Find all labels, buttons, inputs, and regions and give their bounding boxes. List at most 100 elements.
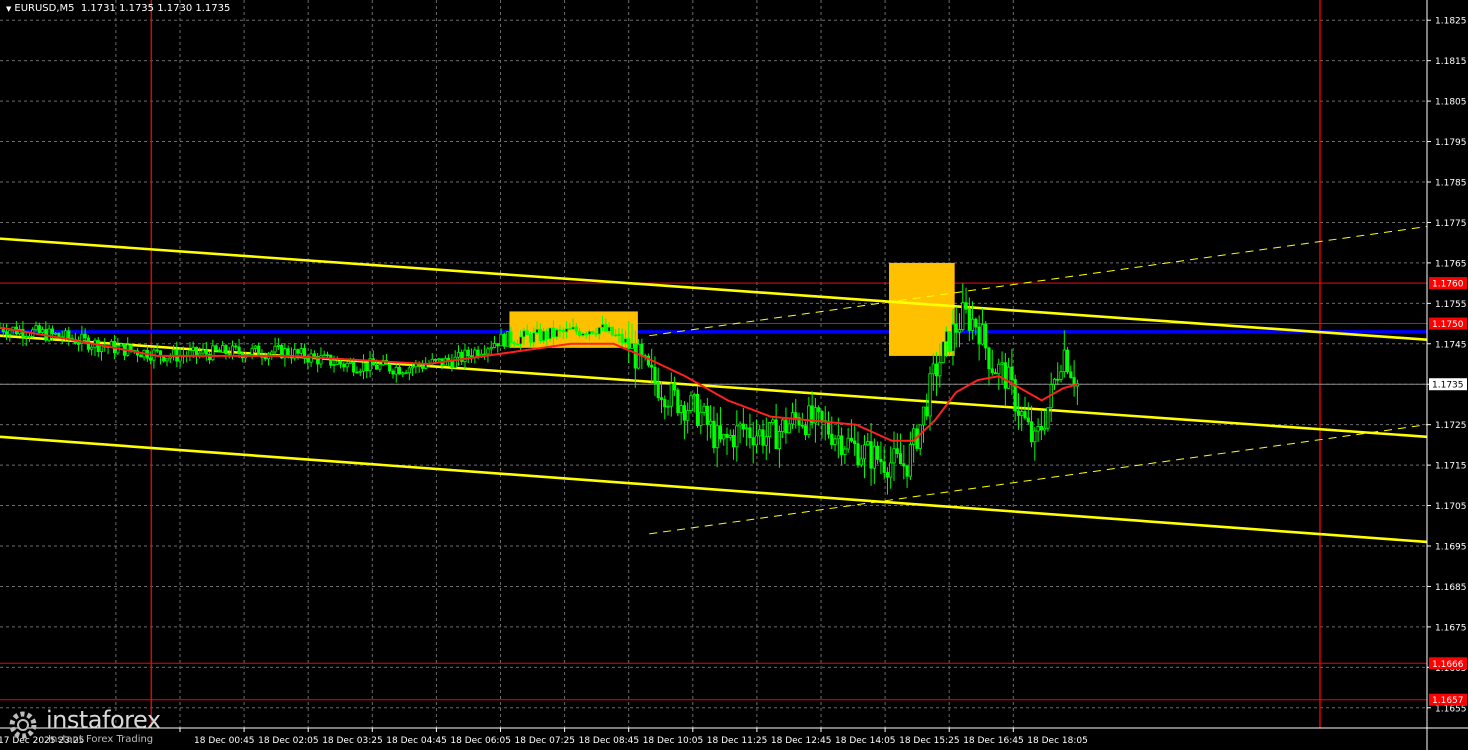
- candle-body: [623, 338, 628, 344]
- candle-body: [237, 346, 241, 354]
- collapse-triangle-icon[interactable]: ▼: [6, 5, 11, 13]
- candle-body: [826, 421, 831, 435]
- candle-body: [686, 410, 690, 421]
- chart-header: ▼ EURUSD,M5 1.1731 1.1735 1.1730 1.1735: [6, 3, 230, 14]
- candle-body: [656, 382, 660, 399]
- candle-body: [394, 366, 398, 375]
- candle-body: [489, 347, 493, 350]
- candle-body: [653, 366, 657, 383]
- candle-body: [898, 453, 903, 465]
- candle-body: [4, 331, 9, 336]
- candle-body: [253, 345, 258, 349]
- candle-body: [1046, 407, 1050, 429]
- candle-body: [234, 345, 238, 348]
- candle-body: [905, 465, 909, 477]
- x-tick-label: 18 Dec 03:25: [322, 736, 383, 746]
- candle-body: [636, 343, 641, 369]
- x-tick-label: 18 Dec 02:05: [258, 736, 319, 746]
- candle-body: [338, 360, 343, 365]
- candle-body: [938, 362, 942, 377]
- candle-body: [718, 425, 723, 440]
- candle-body: [378, 364, 382, 370]
- candle-body: [967, 308, 971, 331]
- candle-body: [957, 329, 962, 333]
- plot-background: [0, 0, 1468, 750]
- candle-body: [672, 383, 677, 391]
- candle-body: [221, 345, 225, 353]
- candle-body: [620, 334, 624, 344]
- y-tick-label: 1.1805: [1435, 98, 1467, 108]
- candle-body: [961, 302, 965, 330]
- price-chart[interactable]: 1.1825 1.1815 1.1805 1.1795 1.1785 1.1775 1.17…: [0, 0, 1468, 750]
- brand-name: instaforex: [46, 706, 161, 734]
- candle-body: [325, 354, 330, 357]
- candle-body: [1000, 362, 1004, 365]
- candle-body: [663, 399, 667, 408]
- y-tick-label: 1.1765: [1435, 259, 1467, 269]
- x-tick-label: 18 Dec 16:45: [963, 736, 1024, 746]
- x-tick-label: 18 Dec 07:25: [515, 736, 576, 746]
- x-tick-label: 18 Dec 04:45: [386, 736, 447, 746]
- candle-body: [391, 370, 395, 375]
- symbol-label: EURUSD,M5: [14, 3, 75, 14]
- candle-body: [895, 448, 899, 454]
- candle-body: [712, 420, 716, 449]
- candle-body: [633, 342, 637, 369]
- candle-body: [342, 363, 346, 368]
- candle-body: [767, 422, 772, 437]
- candle-body: [676, 389, 680, 414]
- candle-body: [214, 345, 218, 351]
- candle-body: [322, 354, 326, 357]
- candle-body: [191, 346, 195, 351]
- candle-body: [630, 342, 634, 349]
- candle-body: [843, 448, 847, 455]
- candle-body: [40, 329, 45, 333]
- x-tick-label: 18 Dec 00:45: [194, 736, 255, 746]
- candle-body: [934, 363, 939, 377]
- candle-body: [371, 358, 375, 366]
- candle-body: [420, 365, 425, 369]
- candle-body: [594, 332, 598, 335]
- candle-body: [532, 332, 536, 343]
- candle-body: [50, 328, 54, 334]
- candle-body: [411, 366, 415, 369]
- candle-body: [964, 302, 968, 310]
- candle-body: [548, 327, 552, 340]
- candle-body: [794, 412, 798, 418]
- candle-body: [296, 349, 300, 354]
- candle-body: [889, 462, 893, 478]
- candle-body: [1043, 427, 1047, 431]
- candle-body: [709, 420, 713, 425]
- candle-body: [397, 366, 402, 375]
- candle-body: [1033, 430, 1037, 443]
- y-tick-label: 1.1825: [1435, 17, 1467, 27]
- candle-body: [1007, 366, 1011, 389]
- candle-body: [627, 338, 631, 349]
- candle-body: [692, 394, 696, 397]
- candle-body: [545, 330, 549, 340]
- candle-body: [695, 394, 700, 426]
- candle-body: [735, 425, 739, 448]
- candle-body: [57, 332, 61, 338]
- candle-body: [944, 331, 948, 343]
- candle-body: [345, 362, 349, 368]
- candle-body: [866, 441, 870, 446]
- candle-body: [198, 352, 202, 356]
- candle-body: [931, 363, 935, 375]
- candle-body: [610, 326, 614, 336]
- candle-body: [306, 357, 310, 363]
- candle-body: [312, 353, 316, 357]
- candle-body: [856, 443, 860, 466]
- candle-body: [882, 461, 886, 473]
- candle-body: [872, 445, 876, 469]
- candle-body: [528, 334, 533, 343]
- candle-body: [24, 336, 28, 339]
- y-tick-label: 1.1815: [1435, 57, 1467, 67]
- candle-body: [862, 444, 867, 460]
- candle-body: [404, 372, 408, 375]
- candle-body: [424, 364, 428, 369]
- candle-body: [970, 318, 975, 331]
- candle-body: [217, 349, 222, 353]
- candle-body: [54, 332, 58, 335]
- candle-body: [365, 362, 369, 371]
